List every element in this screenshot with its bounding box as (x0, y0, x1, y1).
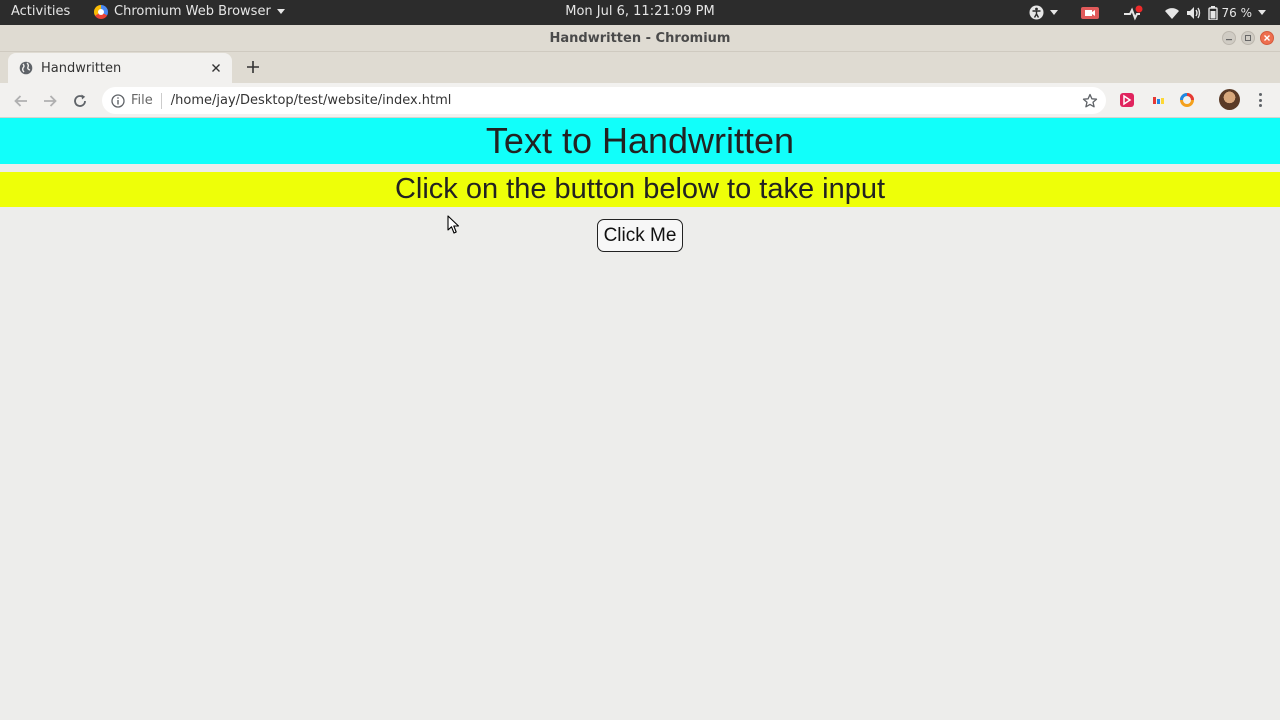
accessibility-icon[interactable] (1029, 3, 1044, 22)
globe-icon (19, 61, 33, 75)
reload-button[interactable] (70, 91, 90, 111)
tab-strip: Handwritten (0, 52, 1280, 83)
web-page: Text to Handwritten Click on the button … (0, 118, 1280, 720)
bookmark-star-icon[interactable] (1082, 93, 1098, 109)
window-title-bar[interactable]: Handwritten - Chromium (0, 25, 1280, 52)
url-scheme-label: File (131, 93, 153, 108)
system-tray[interactable]: 76 % (1029, 3, 1266, 22)
tab-handwritten[interactable]: Handwritten (8, 53, 232, 83)
profile-avatar[interactable] (1219, 89, 1240, 110)
url-text[interactable]: /home/jay/Desktop/test/website/index.htm… (171, 93, 1082, 108)
tab-label: Handwritten (41, 60, 122, 76)
maximize-button[interactable] (1241, 31, 1255, 45)
forward-button[interactable] (40, 91, 60, 111)
page-subheading: Click on the button below to take input (0, 172, 1280, 207)
page-heading: Text to Handwritten (0, 118, 1280, 164)
close-window-button[interactable] (1260, 31, 1274, 45)
divider (160, 92, 162, 109)
new-tab-button[interactable] (244, 58, 262, 76)
chevron-down-icon[interactable] (1258, 3, 1266, 22)
window-title: Handwritten - Chromium (549, 31, 731, 46)
extension-ring-icon[interactable] (1178, 91, 1196, 109)
close-tab-icon[interactable] (208, 60, 224, 76)
click-me-button[interactable]: Click Me (597, 219, 683, 252)
chevron-down-icon (1049, 3, 1058, 22)
battery-icon[interactable] (1207, 3, 1218, 22)
system-top-bar: Activities Chromium Web Browser Mon Jul … (0, 0, 1280, 25)
menu-kebab-icon[interactable] (1252, 92, 1268, 108)
info-icon[interactable] (111, 93, 125, 108)
mouse-cursor-icon (447, 215, 460, 239)
extension-colorbars-icon[interactable] (1149, 91, 1167, 109)
volume-icon[interactable] (1186, 3, 1202, 22)
extension-red-icon[interactable] (1118, 91, 1136, 109)
window-controls (1222, 31, 1274, 45)
battery-percent: 76 % (1221, 5, 1253, 20)
browser-toolbar: File /home/jay/Desktop/test/website/inde… (0, 83, 1280, 118)
address-bar[interactable]: File /home/jay/Desktop/test/website/inde… (102, 87, 1106, 114)
wifi-icon[interactable] (1164, 3, 1180, 22)
minimize-button[interactable] (1222, 31, 1236, 45)
update-icon[interactable] (1122, 3, 1144, 22)
back-button[interactable] (11, 91, 31, 111)
screen-recording-icon[interactable] (1080, 3, 1100, 22)
